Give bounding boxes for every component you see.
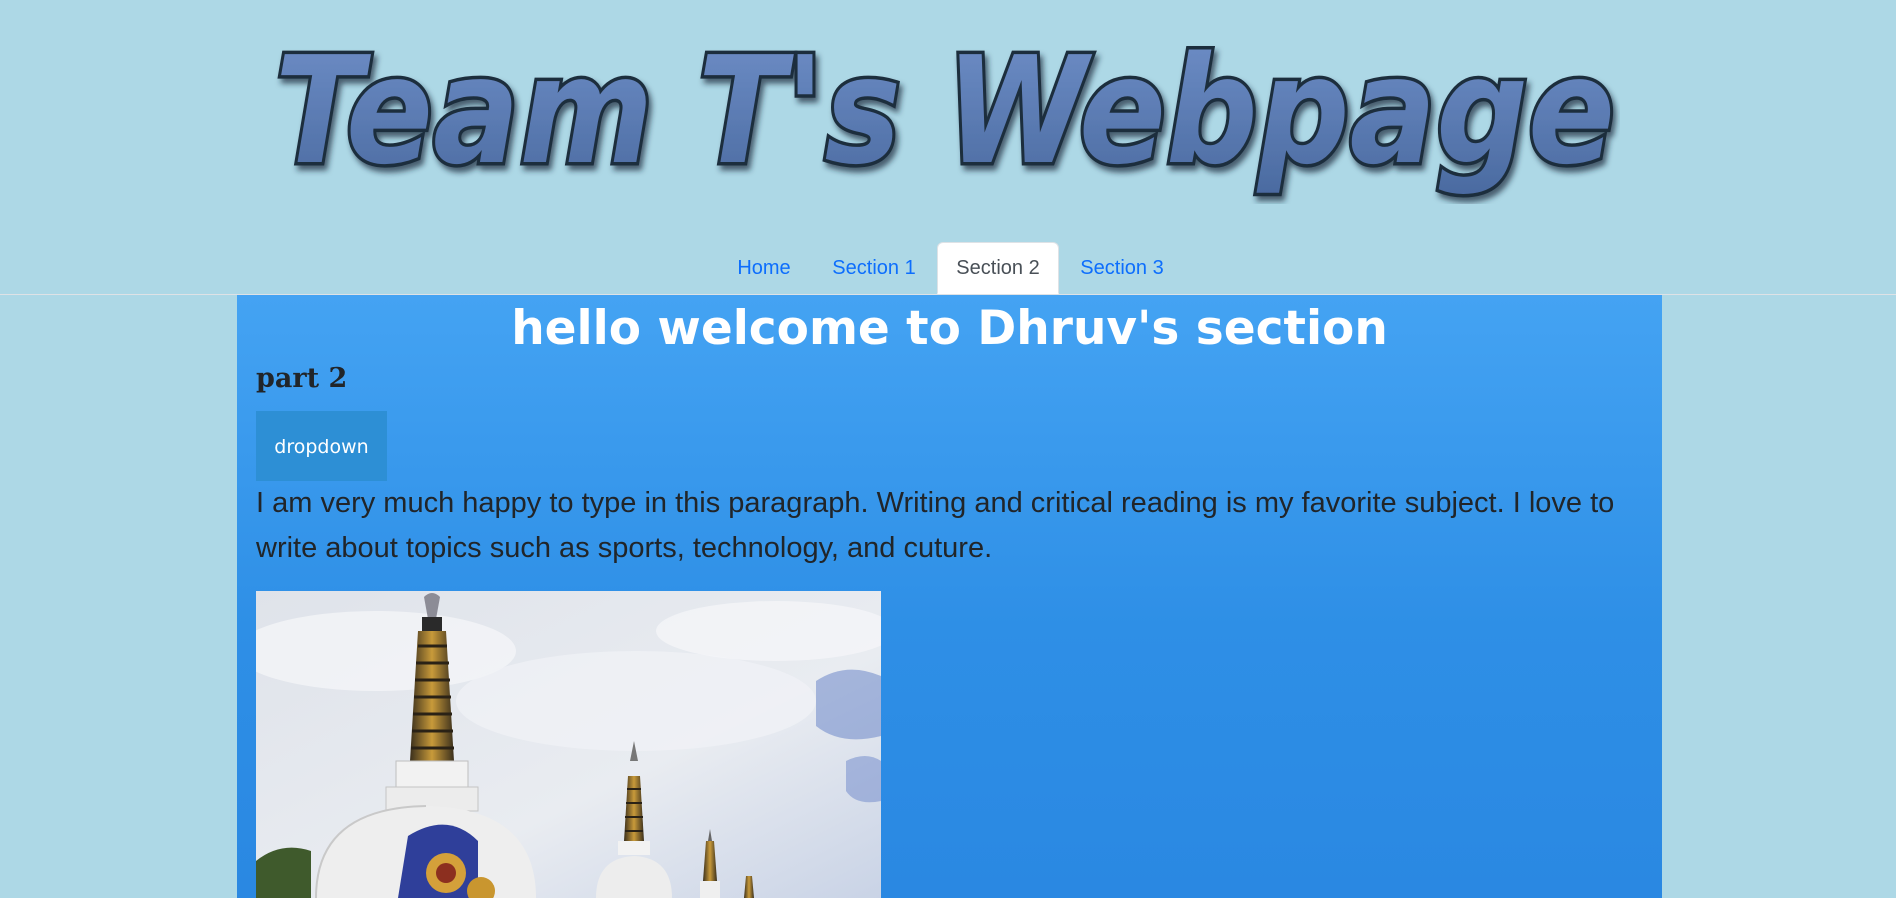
intro-paragraph: I am very much happy to type in this par… (256, 487, 1615, 564)
banner-text: Team T's Webpage (275, 34, 1615, 197)
dropdown-button[interactable]: dropdown (256, 411, 387, 481)
site-banner-logo: Team T's Webpage (270, 34, 1620, 204)
stupa-photo (256, 591, 881, 898)
tab-section-3[interactable]: Section 3 (1066, 242, 1178, 294)
section-title: hello welcome to Dhruv's section (511, 301, 1388, 356)
tab-home[interactable]: Home (718, 242, 810, 294)
tab-section-2[interactable]: Section 2 (937, 242, 1059, 294)
section-subtitle: part 2 (256, 363, 348, 394)
content-panel: hello welcome to Dhruv's section part 2 … (237, 295, 1662, 898)
tab-section-1[interactable]: Section 1 (818, 242, 930, 294)
nav-tabs: Home Section 1 Section 2 Section 3 (0, 242, 1896, 295)
